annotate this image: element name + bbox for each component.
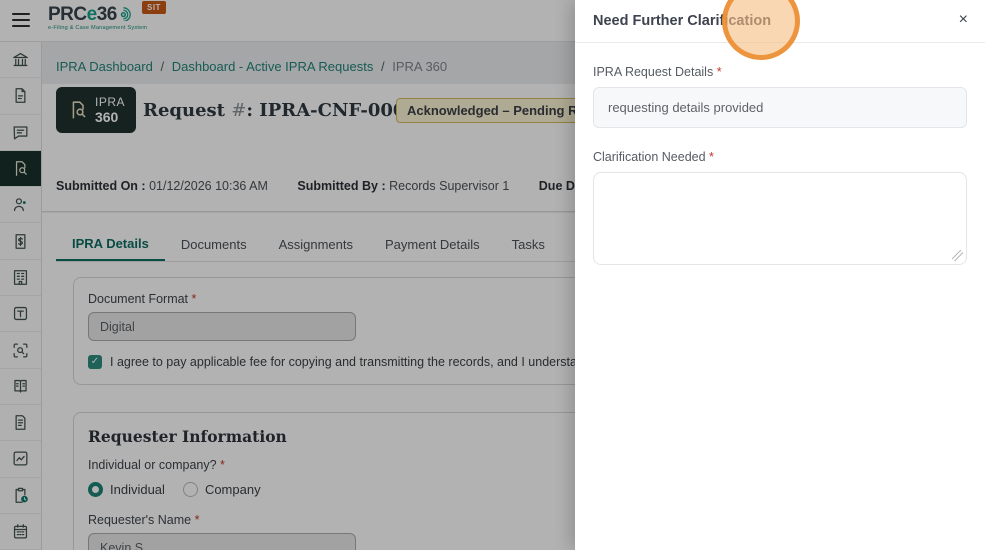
- drawer-body: IPRA Request Details * Clarification Nee…: [575, 43, 985, 292]
- clarification-needed-label: Clarification Needed *: [593, 150, 714, 164]
- app-root: PRCe36 e-Filing & Case Management System…: [0, 0, 985, 550]
- drawer-title: Need Further Clarification: [593, 13, 772, 29]
- ipra-request-details-label: IPRA Request Details *: [593, 65, 722, 79]
- need-further-clarification-drawer: Need Further Clarification × IPRA Reques…: [575, 0, 985, 550]
- drawer-header: Need Further Clarification ×: [575, 0, 985, 43]
- clarification-needed-textarea[interactable]: [593, 172, 967, 265]
- close-icon[interactable]: ×: [959, 10, 968, 30]
- ipra-request-details-input[interactable]: [593, 87, 967, 128]
